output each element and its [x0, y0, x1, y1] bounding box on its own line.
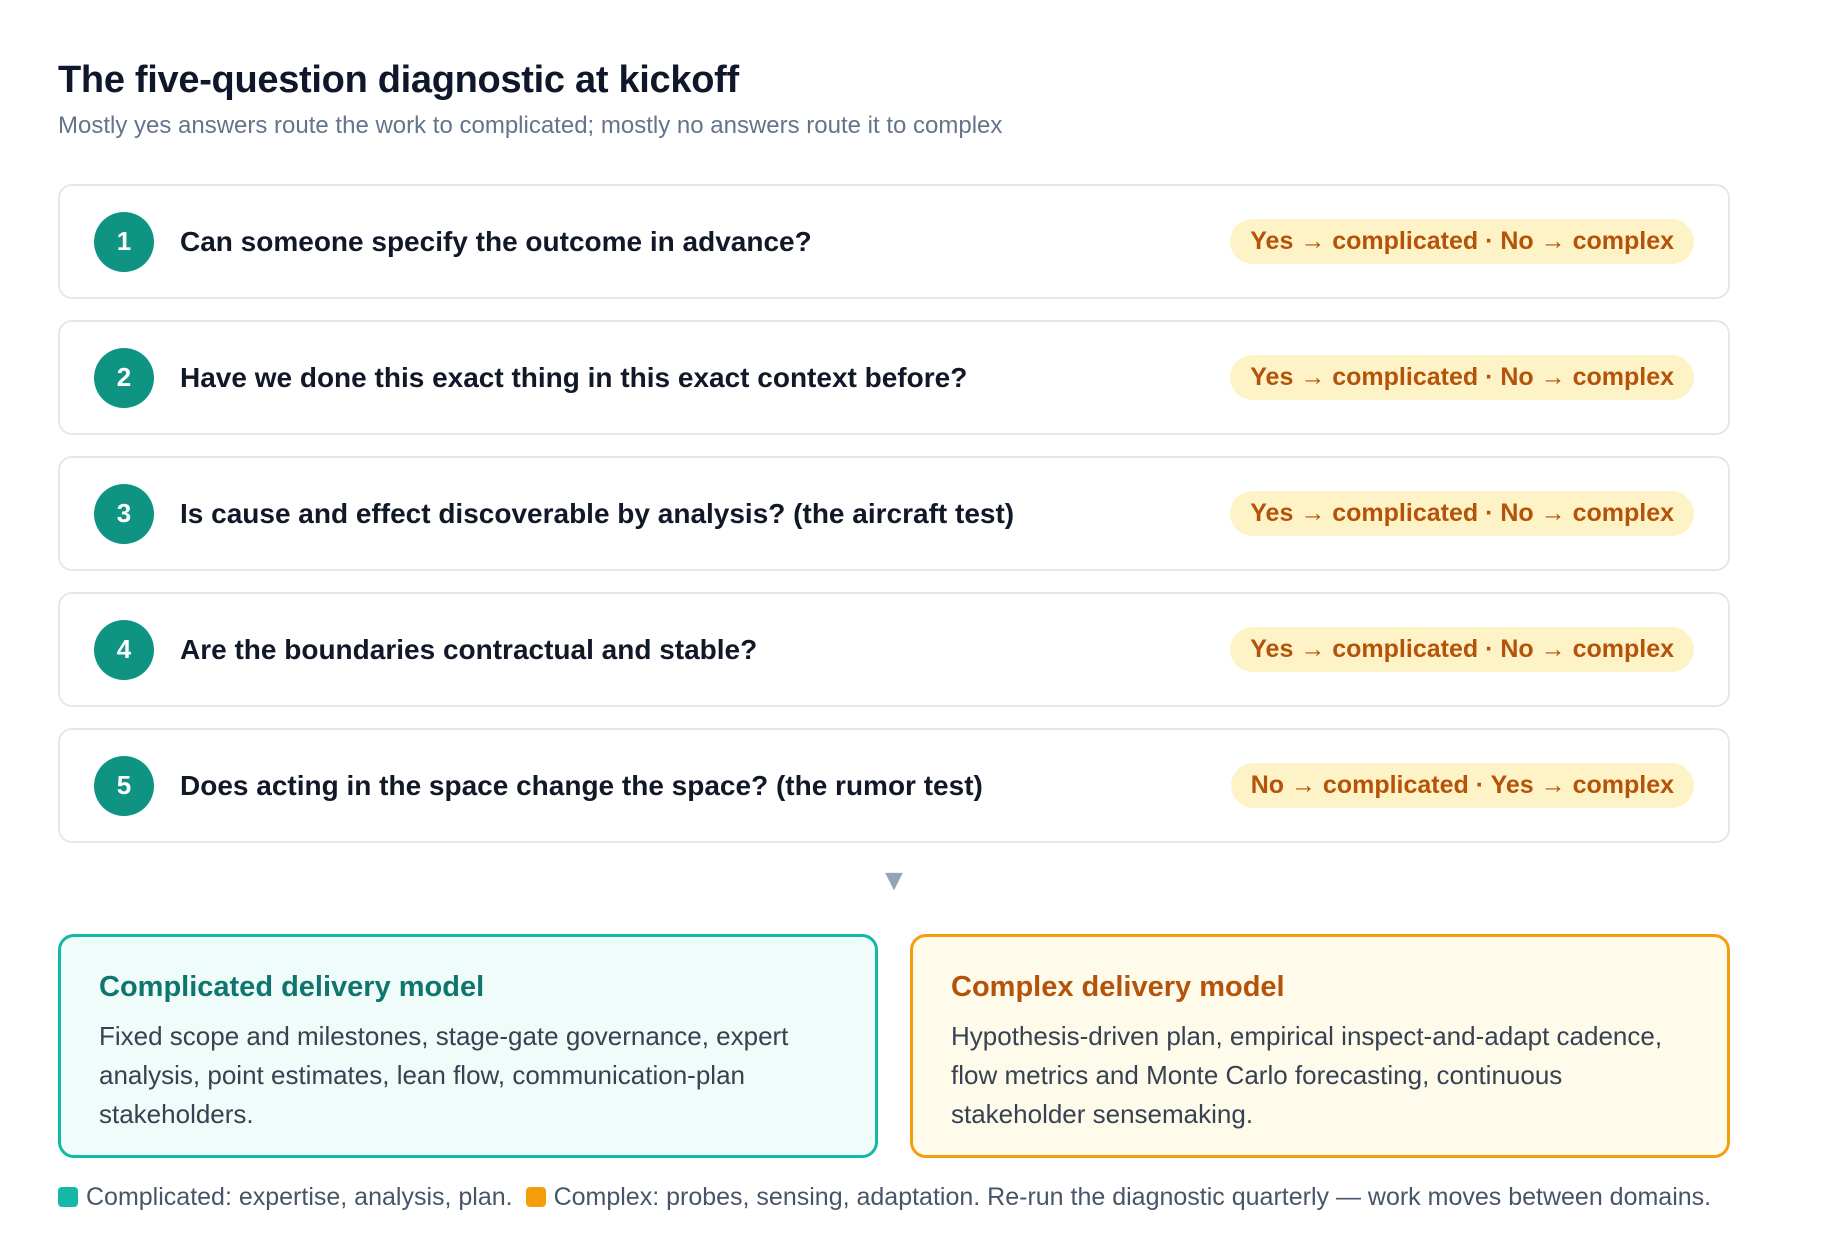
- complex-swatch-icon: [525, 1187, 546, 1207]
- question-text: Does acting in the space change the spac…: [180, 769, 983, 801]
- question-number-badge: 4: [94, 619, 154, 680]
- legend-complicated-text: Complicated: expertise, analysis, plan.: [86, 1183, 513, 1211]
- question-number-badge: 1: [94, 211, 154, 272]
- complicated-swatch-icon: [58, 1187, 78, 1207]
- complicated-model-title: Complicated delivery model: [99, 971, 485, 1003]
- down-arrow-icon: ▼: [879, 864, 909, 897]
- routing-pill: Yes → complicated · No → complex: [1230, 491, 1694, 536]
- question-number-badge: 2: [94, 347, 154, 408]
- routing-pill: Yes → complicated · No → complex: [1230, 219, 1694, 264]
- question-number-badge: 5: [94, 755, 154, 816]
- page-title: The five-question diagnostic at kickoff: [58, 59, 739, 101]
- page-subtitle: Mostly yes answers route the work to com…: [58, 112, 1003, 139]
- question-card-2: 2 Have we done this exact thing in this …: [58, 320, 1730, 435]
- question-list: 1 Can someone specify the outcome in adv…: [58, 184, 1730, 843]
- complicated-model-body: Fixed scope and milestones, stage-gate g…: [99, 1021, 789, 1129]
- complex-model-card: Complex delivery model Hypothesis-driven…: [910, 934, 1730, 1158]
- legend-complex-text: Complex: probes, sensing, adaptation. Re…: [553, 1183, 1712, 1211]
- complicated-model-card: Complicated delivery model Fixed scope a…: [58, 934, 878, 1158]
- question-text: Is cause and effect discoverable by anal…: [180, 497, 1015, 529]
- question-text: Are the boundaries contractual and stabl…: [180, 633, 758, 665]
- delivery-models: Complicated delivery model Fixed scope a…: [58, 934, 1730, 1158]
- question-card-3: 3 Is cause and effect discoverable by an…: [58, 456, 1730, 571]
- question-card-5: 5 Does acting in the space change the sp…: [58, 728, 1730, 843]
- question-number-badge: 3: [94, 483, 154, 544]
- question-card-1: 1 Can someone specify the outcome in adv…: [58, 184, 1730, 299]
- question-text: Have we done this exact thing in this ex…: [180, 361, 968, 393]
- complex-model-title: Complex delivery model: [951, 971, 1285, 1003]
- routing-pill: Yes → complicated · No → complex: [1230, 355, 1694, 400]
- legend: Complicated: expertise, analysis, plan. …: [58, 1182, 1730, 1212]
- complex-model-body: Hypothesis-driven plan, empirical inspec…: [951, 1021, 1663, 1129]
- routing-pill: No → complicated · Yes → complex: [1230, 763, 1694, 808]
- question-card-4: 4 Are the boundaries contractual and sta…: [58, 592, 1730, 707]
- diagnostic-page: The five-question diagnostic at kickoff …: [0, 0, 1734, 1212]
- routing-pill: Yes → complicated · No → complex: [1230, 627, 1694, 672]
- question-text: Can someone specify the outcome in advan…: [180, 225, 812, 257]
